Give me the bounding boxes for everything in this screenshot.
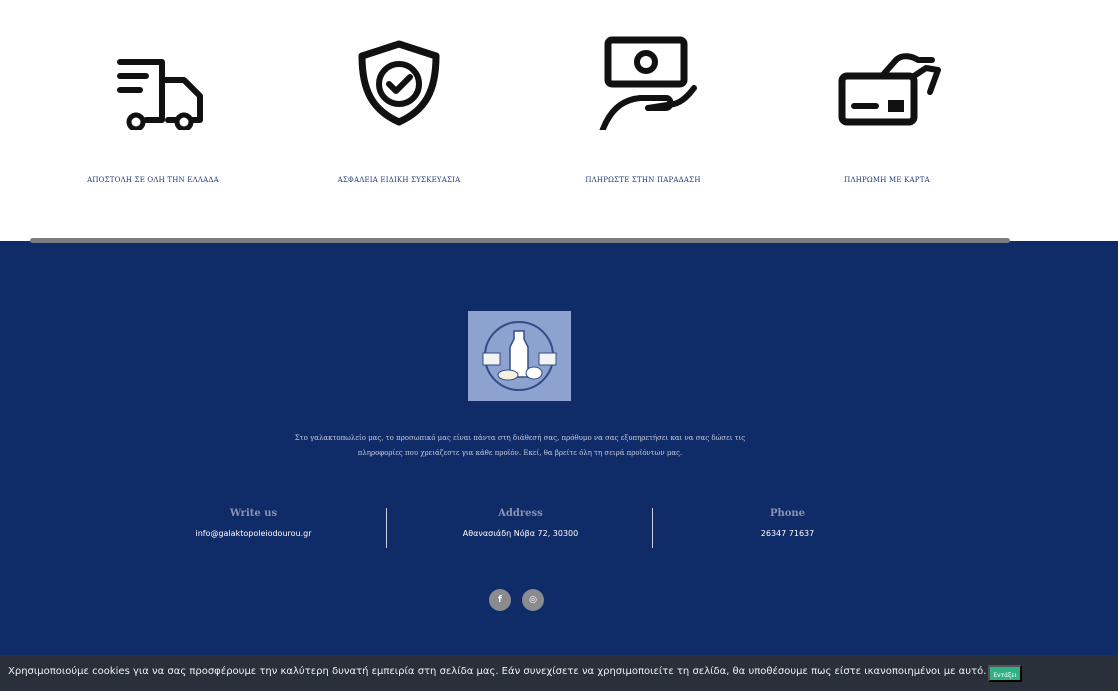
- shield-check-icon: [289, 30, 509, 160]
- cookie-accept-button[interactable]: Εντάξει: [988, 665, 1022, 682]
- contact-heading: Phone: [769, 508, 806, 519]
- cookie-message: Χρησιμοποιούμε cookies για να σας προσφέ…: [8, 666, 987, 677]
- phone-link[interactable]: 26347 71637: [654, 529, 921, 538]
- instagram-icon[interactable]: ◎: [522, 589, 544, 611]
- footer-about-text: Στο γαλακτοπωλείο μας, το προσωπικό μας …: [294, 434, 746, 457]
- feature-label: ΠΛΗΡΩΣΤΕ ΣΤΗΝ ΠΑΡΑΔΑΣΗ: [585, 176, 701, 184]
- footer-contacts: Write us info@galaktopoleiodourou.gr Add…: [120, 508, 920, 548]
- delivery-truck-icon: [43, 30, 263, 160]
- contact-phone: Phone 26347 71637: [654, 508, 921, 538]
- cash-in-hand-icon: [533, 30, 753, 160]
- feature-card-payment: ΠΛΗΡΩΜΗ ΜΕ ΚΑΡΤΑ: [777, 30, 997, 184]
- address-text: Αθανασιάδη Νόβα 72, 30300: [462, 529, 579, 538]
- site-footer: Στο γαλακτοπωλείο μας, το προσωπικό μας …: [0, 241, 1118, 655]
- contact-email: Write us info@galaktopoleiodourou.gr: [120, 508, 387, 538]
- feature-label: ΑΣΦΑΛΕΙΑ ΕΙΔΙΚΗ ΣΥΣΚΕΥΑΣΙΑ: [337, 176, 461, 184]
- social-links: f ◎: [489, 589, 559, 613]
- cookie-consent-bar: Χρησιμοποιούμε cookies για να σας προσφέ…: [0, 655, 1118, 691]
- dairy-shop-logo[interactable]: [468, 311, 571, 401]
- column-divider: [652, 508, 653, 548]
- section-divider: [30, 238, 1010, 243]
- feature-label: ΑΠΟΣΤΟΛΗ ΣΕ ΟΛΗ ΤΗΝ ΕΛΛΑΔΑ: [87, 176, 219, 184]
- contact-heading: Write us: [229, 508, 278, 519]
- feature-packaging: ΑΣΦΑΛΕΙΑ ΕΙΔΙΚΗ ΣΥΣΚΕΥΑΣΙΑ: [289, 30, 509, 184]
- contact-address: Address Αθανασιάδη Νόβα 72, 30300: [387, 508, 654, 538]
- feature-label: ΠΛΗΡΩΜΗ ΜΕ ΚΑΡΤΑ: [844, 176, 930, 184]
- feature-cash-on-delivery: ΠΛΗΡΩΣΤΕ ΣΤΗΝ ΠΑΡΑΔΑΣΗ: [533, 30, 753, 184]
- features-strip: ΑΠΟΣΤΟΛΗ ΣΕ ΟΛΗ ΤΗΝ ΕΛΛΑΔΑ ΑΣΦΑΛΕΙΑ ΕΙΔΙ…: [0, 0, 1118, 240]
- contact-heading: Address: [498, 508, 543, 519]
- facebook-icon[interactable]: f: [489, 589, 511, 611]
- card-payment-icon: [777, 30, 997, 160]
- email-link[interactable]: info@galaktopoleiodourou.gr: [120, 529, 387, 538]
- feature-shipping: ΑΠΟΣΤΟΛΗ ΣΕ ΟΛΗ ΤΗΝ ΕΛΛΑΔΑ: [43, 30, 263, 184]
